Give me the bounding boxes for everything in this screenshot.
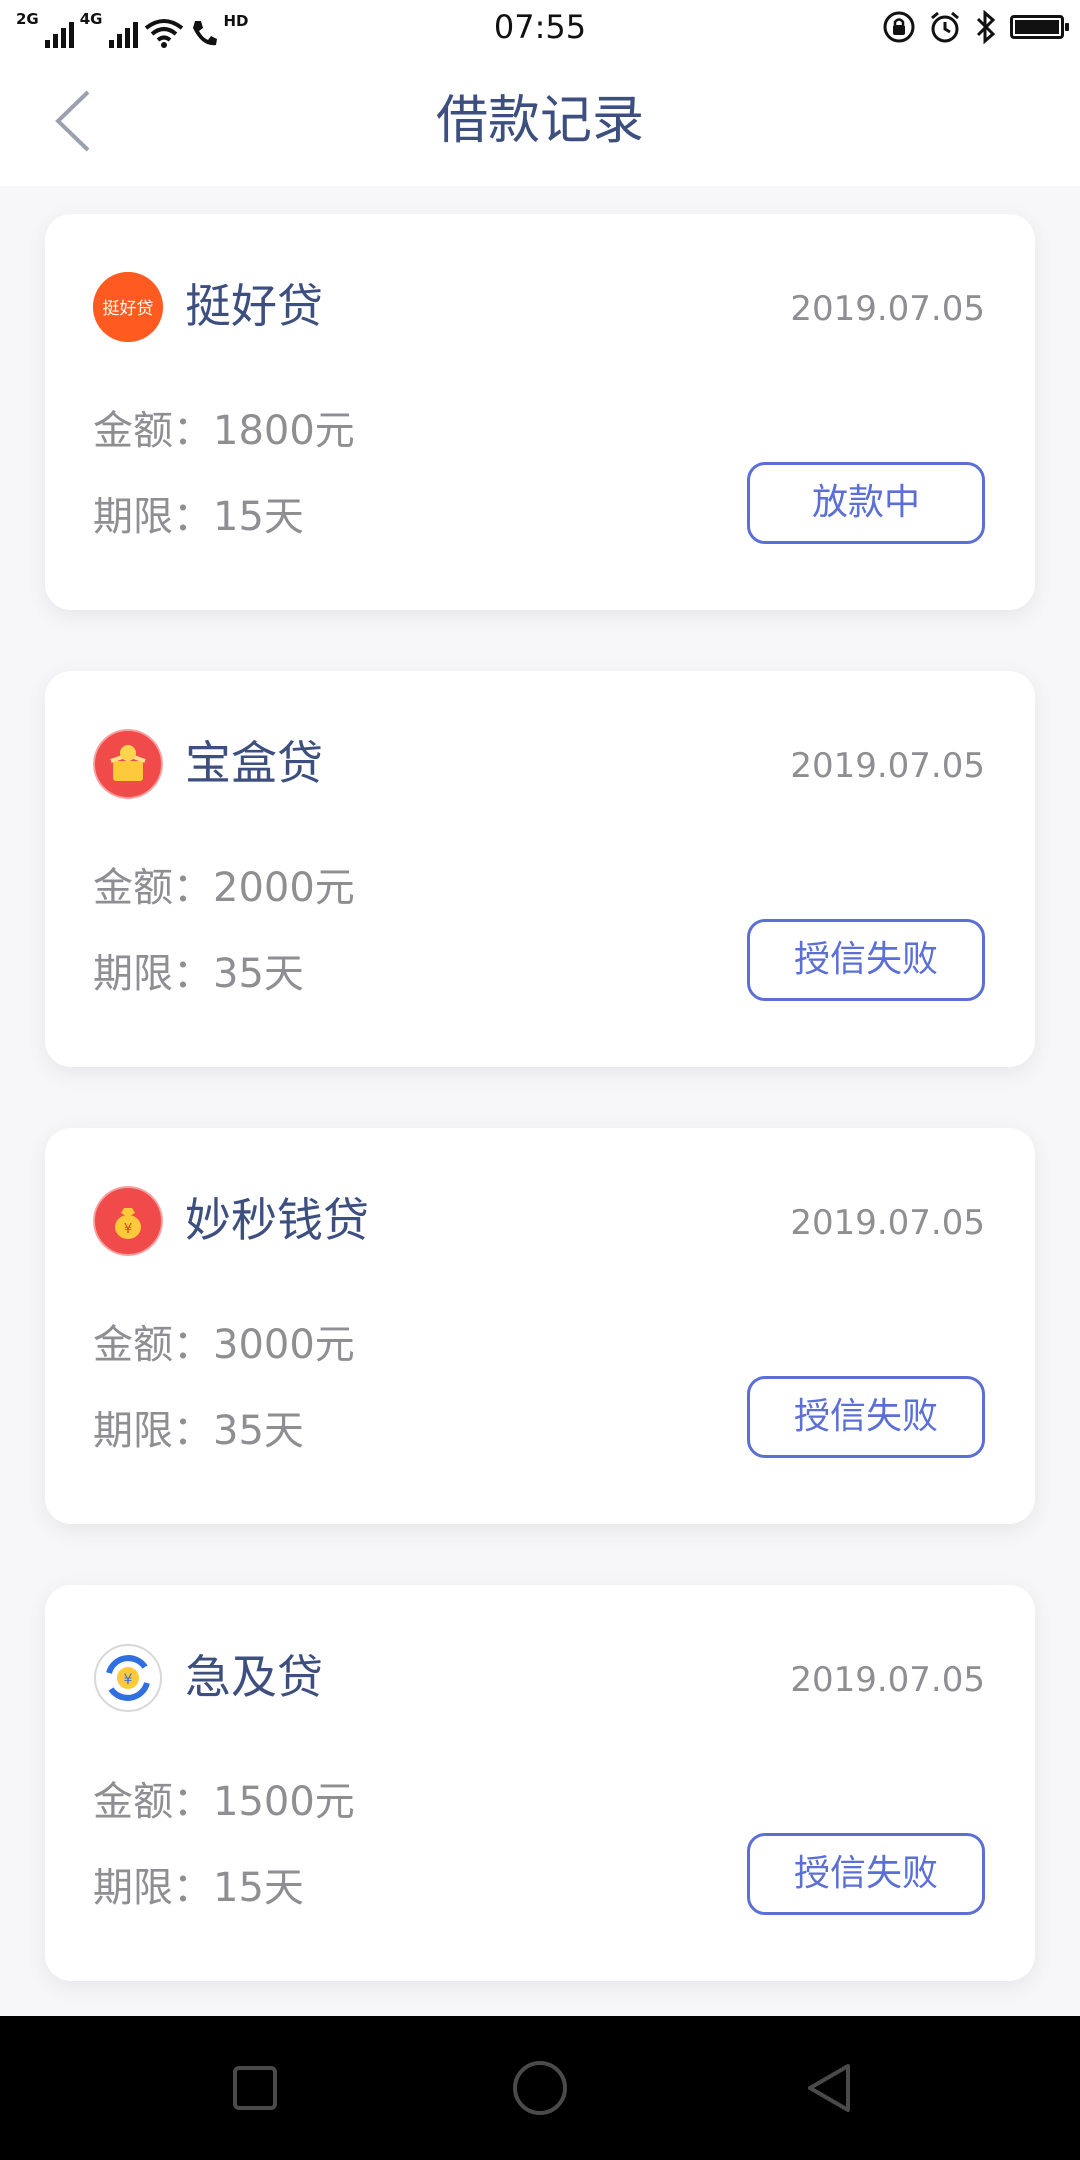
loan-amount: 金额：2000元 [93, 865, 355, 911]
loan-amount: 金额：1800元 [93, 408, 355, 454]
svg-text:挺好贷: 挺好贷 [103, 299, 154, 319]
status-button[interactable]: 授信失败 [747, 1833, 985, 1915]
money-bag-logo-icon: ¥ [93, 1186, 163, 1256]
product-name: 宝盒贷 [185, 736, 323, 790]
loan-term: 期限：35天 [93, 1408, 304, 1454]
svg-text:¥: ¥ [124, 1672, 133, 1688]
square-icon[interactable] [225, 2058, 285, 2118]
record-date: 2019.07.05 [790, 289, 985, 329]
page-title: 借款记录 [435, 91, 644, 151]
circle-icon[interactable] [510, 2058, 570, 2118]
tinghaodai-logo-icon: 挺好贷 [93, 272, 163, 342]
record-date: 2019.07.05 [790, 1203, 985, 1243]
loan-amount: 金额：3000元 [93, 1322, 355, 1368]
status-bar: 2G 4G HD 07:55 [0, 0, 1080, 56]
product-name: 挺好贷 [185, 279, 323, 333]
loan-term: 期限：15天 [93, 494, 304, 540]
loan-record-card[interactable]: ¥ 妙秒钱贷 2019.07.05 金额：3000元 期限：35天 授信失败 [45, 1128, 1035, 1524]
status-button[interactable]: 授信失败 [747, 919, 985, 1001]
status-button[interactable]: 授信失败 [747, 1376, 985, 1458]
bluetooth-icon [976, 10, 996, 44]
treasure-box-logo-icon [93, 729, 163, 799]
triangle-back-icon[interactable] [800, 2058, 860, 2118]
loan-amount: 金额：1500元 [93, 1779, 355, 1825]
loan-term: 期限：15天 [93, 1865, 304, 1911]
yuan-exchange-logo-icon: ¥ [93, 1643, 163, 1713]
status-right [882, 10, 1069, 44]
battery-icon [1010, 15, 1069, 39]
product-name: 妙秒钱贷 [185, 1193, 369, 1247]
header: 借款记录 [0, 56, 1080, 186]
rotation-lock-icon [883, 11, 915, 43]
alarm-icon [931, 11, 959, 43]
record-date: 2019.07.05 [790, 746, 985, 786]
loan-record-card[interactable]: 挺好贷 挺好贷 2019.07.05 金额：1800元 期限：15天 放款中 [45, 214, 1035, 610]
record-date: 2019.07.05 [790, 1660, 985, 1700]
product-name: 急及贷 [185, 1650, 323, 1704]
svg-text:¥: ¥ [124, 1222, 132, 1237]
loan-record-card[interactable]: 宝盒贷 2019.07.05 金额：2000元 期限：35天 授信失败 [45, 671, 1035, 1067]
system-nav-bar [0, 2016, 1080, 2160]
loan-record-card[interactable]: ¥ 急及贷 2019.07.05 金额：1500元 期限：15天 授信失败 [45, 1585, 1035, 1981]
status-button[interactable]: 放款中 [747, 462, 985, 544]
loan-term: 期限：35天 [93, 951, 304, 997]
